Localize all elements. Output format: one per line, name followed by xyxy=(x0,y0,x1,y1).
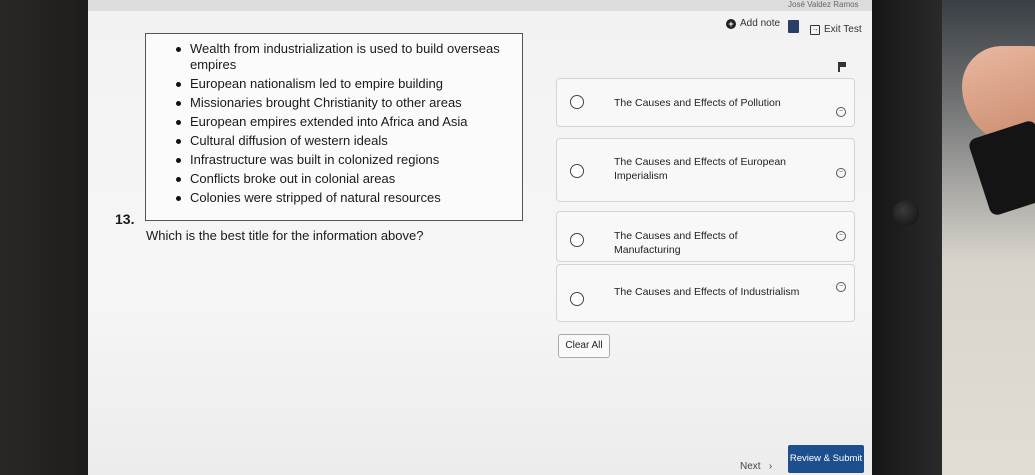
question-text: Which is the best title for the informat… xyxy=(146,228,424,243)
eliminate-icon[interactable]: − xyxy=(836,231,846,241)
exit-icon: → xyxy=(810,24,820,35)
answer-choice-d[interactable]: The Causes and Effects of Industrialism … xyxy=(556,264,855,322)
passage-item: Missionaries brought Christianity to oth… xyxy=(170,95,510,111)
device-bezel-right xyxy=(872,0,942,475)
eliminate-icon[interactable]: − xyxy=(836,107,846,117)
choice-label: The Causes and Effects of European Imper… xyxy=(614,156,786,182)
passage-item: European nationalism led to empire build… xyxy=(170,76,510,92)
answer-choice-a[interactable]: The Causes and Effects of Pollution − xyxy=(556,78,855,127)
passage-item: Wealth from industrialization is used to… xyxy=(170,41,510,73)
passage-item: Conflicts broke out in colonial areas xyxy=(170,171,510,187)
flag-icon[interactable] xyxy=(838,62,846,72)
add-note-button[interactable]: + Add note xyxy=(726,18,780,29)
review-submit-button[interactable]: Review & Submit xyxy=(788,445,864,473)
clear-all-button[interactable]: Clear All xyxy=(558,334,610,358)
add-note-label: Add note xyxy=(740,18,781,29)
passage-item: Cultural diffusion of western ideals xyxy=(170,133,510,149)
answer-choice-b[interactable]: The Causes and Effects of European Imper… xyxy=(556,138,855,202)
answer-choice-c[interactable]: The Causes and Effects of Manufacturing … xyxy=(556,211,855,262)
radio-button[interactable] xyxy=(570,292,584,306)
plus-circle-icon: + xyxy=(726,18,736,29)
device-bezel-left xyxy=(0,0,88,475)
top-bar xyxy=(88,0,872,11)
exit-test-label: Exit Test xyxy=(824,24,862,35)
radio-button[interactable] xyxy=(570,233,584,247)
radio-button[interactable] xyxy=(570,164,584,178)
passage-item: European empires extended into Africa an… xyxy=(170,114,510,130)
choice-label: The Causes and Effects of Pollution xyxy=(614,97,781,109)
device-camera xyxy=(893,200,919,226)
chevron-right-icon: › xyxy=(763,461,773,472)
eliminate-icon[interactable]: − xyxy=(836,168,846,178)
choice-label: The Causes and Effects of Manufacturing xyxy=(614,230,738,256)
eliminate-icon[interactable]: − xyxy=(836,282,846,292)
user-name: José Valdez Ramos xyxy=(788,0,859,9)
next-button[interactable]: Next › xyxy=(740,461,772,472)
next-label: Next xyxy=(740,461,761,472)
choice-label: The Causes and Effects of Industrialism xyxy=(614,286,800,298)
passage-item: Colonies were stripped of natural resour… xyxy=(170,190,510,206)
passage-list: Wealth from industrialization is used to… xyxy=(170,41,510,209)
passage-item: Infrastructure was built in colonized re… xyxy=(170,152,510,168)
question-number: 13. xyxy=(115,211,135,227)
exit-test-button[interactable]: → Exit Test xyxy=(810,24,862,35)
radio-button[interactable] xyxy=(570,95,584,109)
flag-cloth xyxy=(840,62,846,67)
bookmark-icon[interactable] xyxy=(788,20,799,33)
